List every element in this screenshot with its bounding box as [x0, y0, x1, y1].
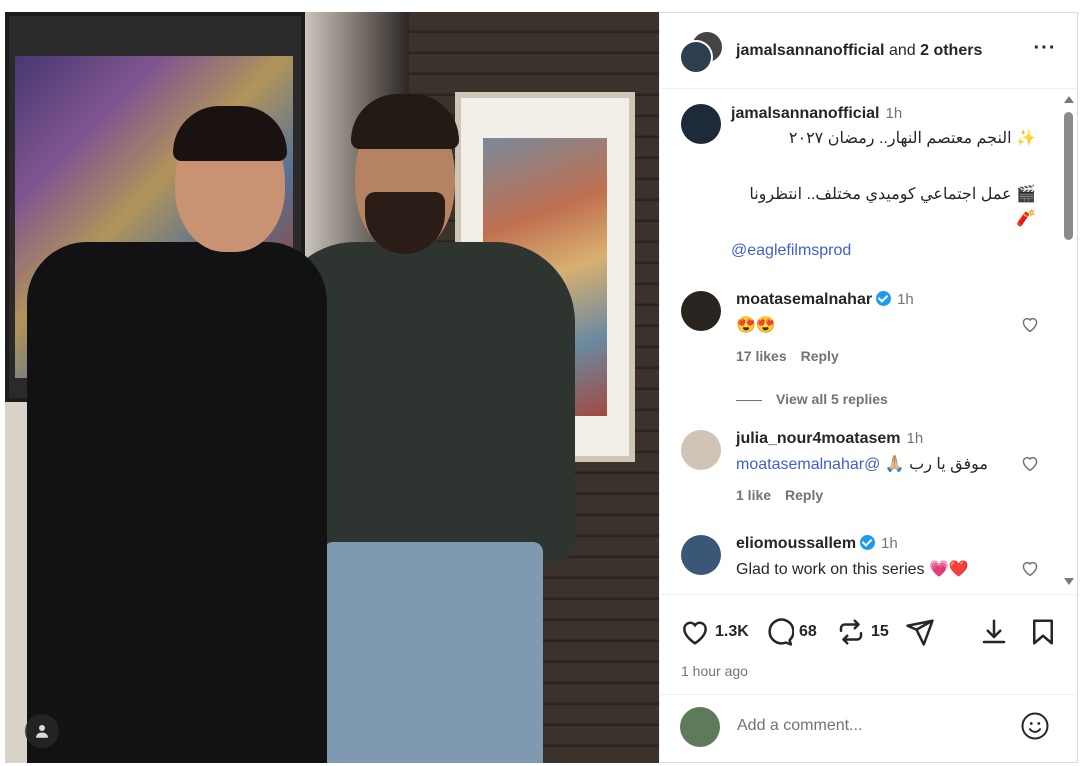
caption-time[interactable]: 1h: [886, 105, 903, 122]
comments-count[interactable]: 68: [799, 623, 817, 641]
comment-meta: 1 like Reply: [736, 487, 837, 503]
reply-button[interactable]: Reply: [785, 487, 823, 503]
verified-badge-icon: [860, 535, 876, 550]
comment-avatar[interactable]: [681, 291, 721, 331]
comment-header: eliomoussallem 1h: [736, 535, 898, 553]
comment-avatar[interactable]: [681, 430, 721, 470]
scroll-down-arrow-icon[interactable]: [1064, 578, 1074, 585]
verified-badge-icon: [876, 291, 892, 306]
post-timestamp[interactable]: 1 hour ago: [681, 663, 748, 679]
comment-like-heart-icon[interactable]: [1020, 315, 1040, 333]
comment-text: 😍😍: [736, 317, 776, 334]
post-side-panel: jamalsannanofficial and 2 others ··· jam…: [659, 12, 1079, 763]
comment-like-heart-icon[interactable]: [1020, 454, 1040, 472]
caption-author-avatar[interactable]: [681, 104, 721, 144]
scroll-up-arrow-icon[interactable]: [1064, 96, 1074, 103]
comment-username[interactable]: julia_nour4moatasem: [736, 430, 901, 447]
like-button[interactable]: 1.3K: [680, 617, 749, 647]
user-icon: [36, 725, 48, 738]
comment-time[interactable]: 1h: [897, 291, 914, 308]
comment-likes[interactable]: 1 like: [736, 487, 771, 503]
comment-username[interactable]: eliomoussallem: [736, 535, 856, 552]
view-replies-link[interactable]: View all 5 replies: [736, 391, 888, 407]
reply-button[interactable]: Reply: [801, 348, 839, 364]
authors-connector: and: [888, 42, 916, 59]
comment-username[interactable]: moatasemalnahar: [736, 291, 872, 308]
caption-mention-link[interactable]: @eaglefilmsprod: [731, 242, 851, 260]
save-button[interactable]: [1028, 617, 1058, 647]
repost-button[interactable]: 15: [836, 617, 889, 647]
send-icon: [906, 619, 934, 646]
share-button[interactable]: [905, 617, 935, 647]
scrollbar-thumb[interactable]: [1064, 112, 1073, 240]
comment-text: موفق يا رب 🙏🏼 @moatasemalnahar: [736, 454, 1006, 474]
download-icon: [982, 619, 1006, 644]
photo-person-left-body: [27, 242, 327, 763]
tagged-users-button[interactable]: [25, 714, 59, 748]
more-horizontal-icon[interactable]: ···: [1030, 38, 1060, 60]
reposts-count[interactable]: 15: [871, 623, 889, 641]
caption-header: jamalsannanofficial 1h: [731, 105, 902, 123]
heart-icon: [683, 621, 707, 645]
caption-author[interactable]: jamalsannanofficial: [731, 105, 880, 122]
repost-icon: [839, 619, 863, 645]
comment-like-heart-icon[interactable]: [1020, 559, 1040, 577]
comment-likes[interactable]: 17 likes: [736, 348, 787, 364]
post-header: jamalsannanofficial and 2 others ···: [660, 12, 1079, 89]
likes-count[interactable]: 1.3K: [715, 623, 749, 641]
post-image[interactable]: [5, 12, 659, 763]
others-link[interactable]: 2 others: [920, 42, 982, 59]
comment-icon: [768, 618, 794, 646]
bookmark-icon: [1033, 619, 1053, 645]
emoji-icon[interactable]: [1020, 711, 1050, 741]
comment-avatar[interactable]: [681, 535, 721, 575]
caption-line-3: 🧨: [1016, 210, 1036, 227]
current-user-avatar: [680, 707, 720, 747]
view-replies-label: View all 5 replies: [776, 391, 888, 407]
post-authors[interactable]: jamalsannanofficial and 2 others: [736, 42, 982, 60]
comment-text-rtl: موفق يا رب 🙏🏼: [884, 456, 988, 473]
comment-header: moatasemalnahar 1h: [736, 291, 914, 309]
comment-header: julia_nour4moatasem 1h: [736, 430, 923, 448]
caption-line-1: ✨ النجم معتصم النهار.. رمضان ٢٠٢٧: [788, 130, 1036, 147]
download-button[interactable]: [979, 617, 1009, 647]
photo-person-right-jeans: [323, 542, 543, 763]
post-actions-bar: 1.3K 68 15 1 hour ago: [660, 594, 1079, 694]
comment-mention-link[interactable]: @moatasemalnahar: [736, 456, 880, 473]
comment-time[interactable]: 1h: [907, 430, 924, 447]
comment-text: Glad to work on this series 💗❤️: [736, 561, 969, 578]
comment-time[interactable]: 1h: [881, 535, 898, 552]
caption-line-2: 🎬 عمل اجتماعي كوميدي مختلف.. انتظرونا: [749, 186, 1036, 203]
add-comment-bar: Add a comment...: [660, 694, 1079, 763]
author-avatar[interactable]: [679, 40, 713, 74]
author-username[interactable]: jamalsannanofficial: [736, 42, 885, 59]
add-comment-input[interactable]: Add a comment...: [737, 717, 862, 735]
comment-button[interactable]: 68: [764, 617, 817, 647]
comment-meta: 17 likes Reply: [736, 348, 853, 364]
